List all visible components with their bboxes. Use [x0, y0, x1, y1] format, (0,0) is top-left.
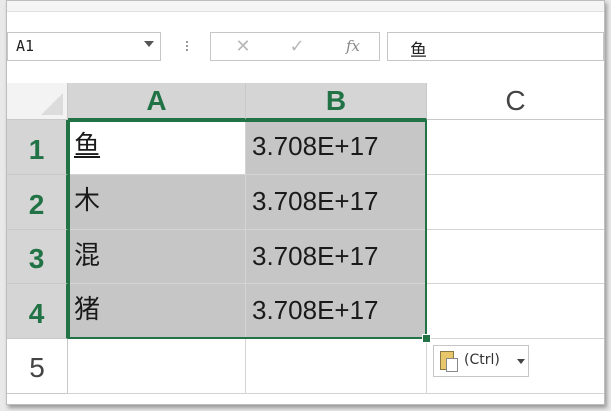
insert-function-icon[interactable]: fx	[333, 33, 373, 60]
cell-a4[interactable]: 猪	[68, 284, 246, 339]
cell-c1[interactable]	[427, 120, 604, 175]
row-header-4[interactable]: 4	[7, 284, 68, 339]
cell-b4[interactable]: 3.708E+17	[246, 284, 427, 339]
paste-options-label: (Ctrl)	[464, 352, 500, 368]
cell-a1[interactable]: 鱼	[68, 120, 246, 175]
row-header-2[interactable]: 2	[7, 175, 68, 230]
formula-content: 鱼	[410, 41, 427, 61]
formula-bar: A1 ✕ ✓ fx 鱼	[7, 12, 604, 70]
excel-window: A1 ✕ ✓ fx 鱼 A B C 1 2 3 4 5 鱼 3.708E+17 …	[6, 0, 605, 405]
fill-handle[interactable]	[422, 334, 431, 343]
column-header-c[interactable]: C	[427, 83, 604, 120]
cell-b5[interactable]	[246, 339, 427, 394]
cell-a5[interactable]	[68, 339, 246, 394]
name-box-value: A1	[16, 37, 35, 55]
column-header-a[interactable]: A	[68, 83, 246, 120]
cell-a1-text: 鱼	[74, 131, 101, 161]
row-header-1[interactable]: 1	[7, 120, 68, 175]
cancel-icon[interactable]: ✕	[223, 33, 263, 60]
formula-input[interactable]: 鱼	[387, 32, 604, 61]
chevron-down-icon[interactable]	[144, 41, 154, 47]
row-header-3[interactable]: 3	[7, 230, 68, 284]
cell-c2[interactable]	[427, 175, 604, 230]
name-box[interactable]: A1	[7, 32, 161, 61]
clipboard-icon	[440, 351, 458, 372]
row-header-5[interactable]: 5	[7, 339, 68, 394]
ribbon-edge	[7, 1, 604, 12]
cell-c3[interactable]	[427, 230, 604, 284]
formula-buttons: ✕ ✓ fx	[210, 32, 380, 61]
dropdown-arrow-icon	[517, 359, 525, 364]
grip-icon[interactable]	[185, 39, 189, 55]
paste-options-button[interactable]: (Ctrl)	[433, 345, 529, 377]
cell-b3[interactable]: 3.708E+17	[246, 230, 427, 284]
cell-b2[interactable]: 3.708E+17	[246, 175, 427, 230]
enter-check-icon[interactable]: ✓	[277, 33, 317, 60]
cell-a2[interactable]: 木	[68, 175, 246, 230]
cell-b1[interactable]: 3.708E+17	[246, 120, 427, 175]
worksheet-grid: A B C 1 2 3 4 5 鱼 3.708E+17 木 3.708E+17 …	[7, 70, 604, 404]
select-all-button[interactable]	[7, 83, 68, 120]
column-header-b[interactable]: B	[246, 83, 427, 120]
cell-a3[interactable]: 混	[68, 230, 246, 284]
cell-c4[interactable]	[427, 284, 604, 339]
